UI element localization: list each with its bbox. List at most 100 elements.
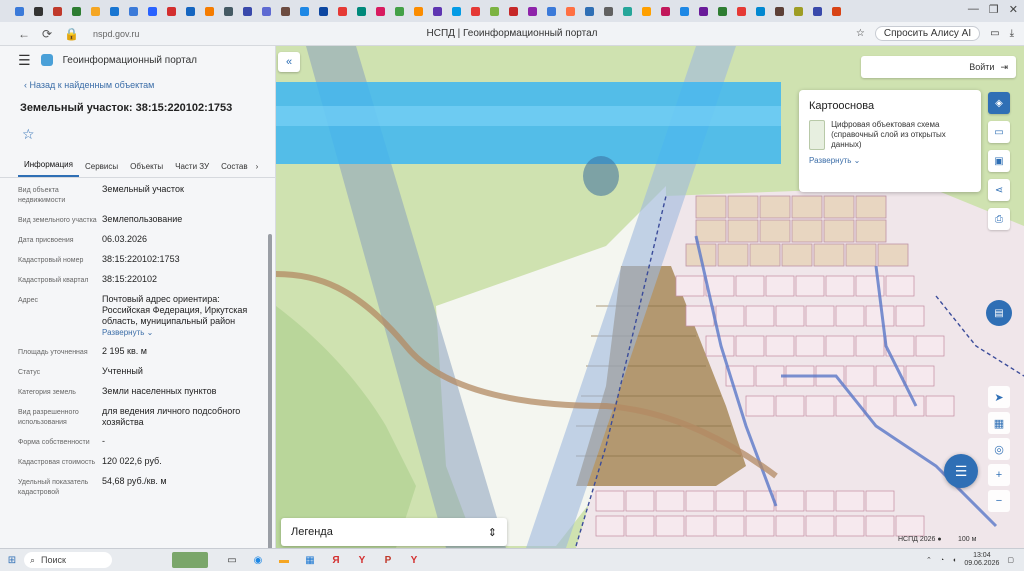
image-icon[interactable]: ▣ xyxy=(988,150,1010,172)
browser-tab-39[interactable] xyxy=(751,4,769,18)
menu-icon[interactable]: ☰ xyxy=(18,52,31,69)
browser-tab-34[interactable] xyxy=(656,4,674,18)
widget-thumbnail[interactable] xyxy=(172,552,208,568)
browser-tab-28[interactable] xyxy=(542,4,560,18)
explorer-icon[interactable]: ▬ xyxy=(278,554,290,566)
download-icon[interactable]: ⤓ xyxy=(1010,28,1014,39)
browser-tab-18[interactable] xyxy=(352,4,370,18)
browser-tab-9[interactable] xyxy=(181,4,199,18)
tab-composition[interactable]: Состав xyxy=(215,162,254,177)
browser-tab-42[interactable] xyxy=(808,4,826,18)
browser-tab-32[interactable] xyxy=(618,4,636,18)
browser-tab-5[interactable] xyxy=(105,4,123,18)
browser-tab-20[interactable] xyxy=(390,4,408,18)
share-icon[interactable]: ⋖ xyxy=(988,179,1010,201)
browser-tab-33[interactable] xyxy=(637,4,655,18)
browser-tab-38[interactable] xyxy=(732,4,750,18)
geolocation-icon[interactable]: ◎ xyxy=(988,438,1010,460)
tab-information[interactable]: Информация xyxy=(18,160,79,177)
edge-icon[interactable]: ◉ xyxy=(252,554,264,566)
address-expand-link[interactable]: Развернуть ⌄ xyxy=(102,328,153,337)
browser-tab-22[interactable] xyxy=(428,4,446,18)
browser-tab-16[interactable] xyxy=(314,4,332,18)
basemap-item[interactable]: Цифровая объектовая схема (справочный сл… xyxy=(809,120,971,150)
panel-scrollbar[interactable] xyxy=(268,234,272,548)
collapse-panel-button[interactable]: « xyxy=(278,52,300,72)
browser-tab-8[interactable] xyxy=(162,4,180,18)
windows-start-icon[interactable]: ⊞ xyxy=(0,555,24,566)
legend-dropdown[interactable]: Легенда ⇕ xyxy=(281,518,507,546)
browser-tab-43[interactable] xyxy=(827,4,845,18)
browser-tab-6[interactable] xyxy=(124,4,142,18)
browser-tab-15[interactable] xyxy=(295,4,313,18)
taskbar-search[interactable]: ⌕ Поиск xyxy=(24,552,112,568)
network-icon[interactable]: ◔ xyxy=(940,557,944,564)
tab-parts[interactable]: Части ЗУ xyxy=(169,162,215,177)
tab-services[interactable]: Сервисы xyxy=(79,162,124,177)
yandex-browser-icon[interactable]: Я xyxy=(330,554,342,566)
chat-icon[interactable]: ☰ xyxy=(944,454,978,488)
basemap-expand-link[interactable]: Развернуть ⌄ xyxy=(809,156,971,165)
browser-tab-17[interactable] xyxy=(333,4,351,18)
browser-tab-25[interactable] xyxy=(485,4,503,18)
browser-tab-10[interactable] xyxy=(200,4,218,18)
yandex-icon[interactable]: Y xyxy=(356,554,368,566)
browser-tab-40[interactable] xyxy=(770,4,788,18)
browser-tab-24[interactable] xyxy=(466,4,484,18)
zoom-in-icon[interactable]: + xyxy=(988,464,1010,486)
url-field[interactable]: nspd.gov.ru xyxy=(93,29,139,39)
browser-tab-7[interactable] xyxy=(143,4,161,18)
powerpoint-icon[interactable]: P xyxy=(382,554,394,566)
browser-tab-19[interactable] xyxy=(371,4,389,18)
browser-tab-37[interactable] xyxy=(713,4,731,18)
back-arrow-icon[interactable]: ← xyxy=(18,27,30,41)
alisa-button[interactable]: Спросить Алису AI xyxy=(874,26,981,41)
browser-tab-30[interactable] xyxy=(580,4,598,18)
browser-tab-29[interactable] xyxy=(561,4,579,18)
locate-icon[interactable]: ➤ xyxy=(988,386,1010,408)
print-icon[interactable]: ⎙ xyxy=(988,208,1010,230)
extensions-icon[interactable]: ▭ xyxy=(990,28,999,39)
notifications-icon[interactable]: ▢ xyxy=(1007,556,1014,564)
lock-icon[interactable]: 🔒 xyxy=(64,27,79,41)
restore-icon[interactable]: ❐ xyxy=(989,3,999,16)
minimize-icon[interactable]: — xyxy=(968,3,979,16)
browser-tab-3[interactable] xyxy=(67,4,85,18)
browser-tab-21[interactable] xyxy=(409,4,427,18)
browser-tab-36[interactable] xyxy=(694,4,712,18)
favorite-star-icon[interactable]: ☆ xyxy=(0,126,275,146)
browser-tab-1[interactable] xyxy=(29,4,47,18)
browser-tab-11[interactable] xyxy=(219,4,237,18)
map-canvas[interactable]: « Войти ⇥ Картооснова Цифровая объектова… xyxy=(276,46,1024,548)
browser-tab-27[interactable] xyxy=(523,4,541,18)
back-to-results-link[interactable]: ‹ Назад к найденным объектам xyxy=(0,80,275,96)
browser-tab-14[interactable] xyxy=(276,4,294,18)
zoom-out-icon[interactable]: − xyxy=(988,490,1010,512)
browser-tab-0[interactable] xyxy=(10,4,28,18)
volume-icon[interactable]: ◖ xyxy=(952,557,956,564)
layers-icon[interactable]: ◈ xyxy=(988,92,1010,114)
browser-tab-41[interactable] xyxy=(789,4,807,18)
browser-tab-26[interactable] xyxy=(504,4,522,18)
store-icon[interactable]: ▦ xyxy=(304,554,316,566)
browser-tab-31[interactable] xyxy=(599,4,617,18)
tab-objects[interactable]: Объекты xyxy=(124,162,169,177)
browser-tab-4[interactable] xyxy=(86,4,104,18)
yandex-app-icon[interactable]: Y xyxy=(408,554,420,566)
tray-chevron-icon[interactable]: ⌃ xyxy=(926,556,932,564)
close-icon[interactable]: ✕ xyxy=(1009,3,1018,16)
tabs-scroll-right-icon[interactable]: › xyxy=(256,162,259,177)
basemap-icon[interactable]: ▭ xyxy=(988,121,1010,143)
browser-tab-23[interactable] xyxy=(447,4,465,18)
task-view-icon[interactable]: ▭ xyxy=(226,554,238,566)
bookmark-icon[interactable]: ☆ xyxy=(856,28,865,39)
clock[interactable]: 13:04 09.06.2026 xyxy=(964,552,999,568)
browser-tab-12[interactable] xyxy=(238,4,256,18)
browser-tab-35[interactable] xyxy=(675,4,693,18)
measure-icon[interactable]: ▤ xyxy=(986,300,1012,326)
layer-toggle-icon[interactable]: ▦ xyxy=(988,412,1010,434)
browser-tab-13[interactable] xyxy=(257,4,275,18)
reload-icon[interactable]: ⟳ xyxy=(42,27,52,41)
login-button[interactable]: Войти ⇥ xyxy=(861,56,1016,78)
browser-tab-2[interactable] xyxy=(48,4,66,18)
